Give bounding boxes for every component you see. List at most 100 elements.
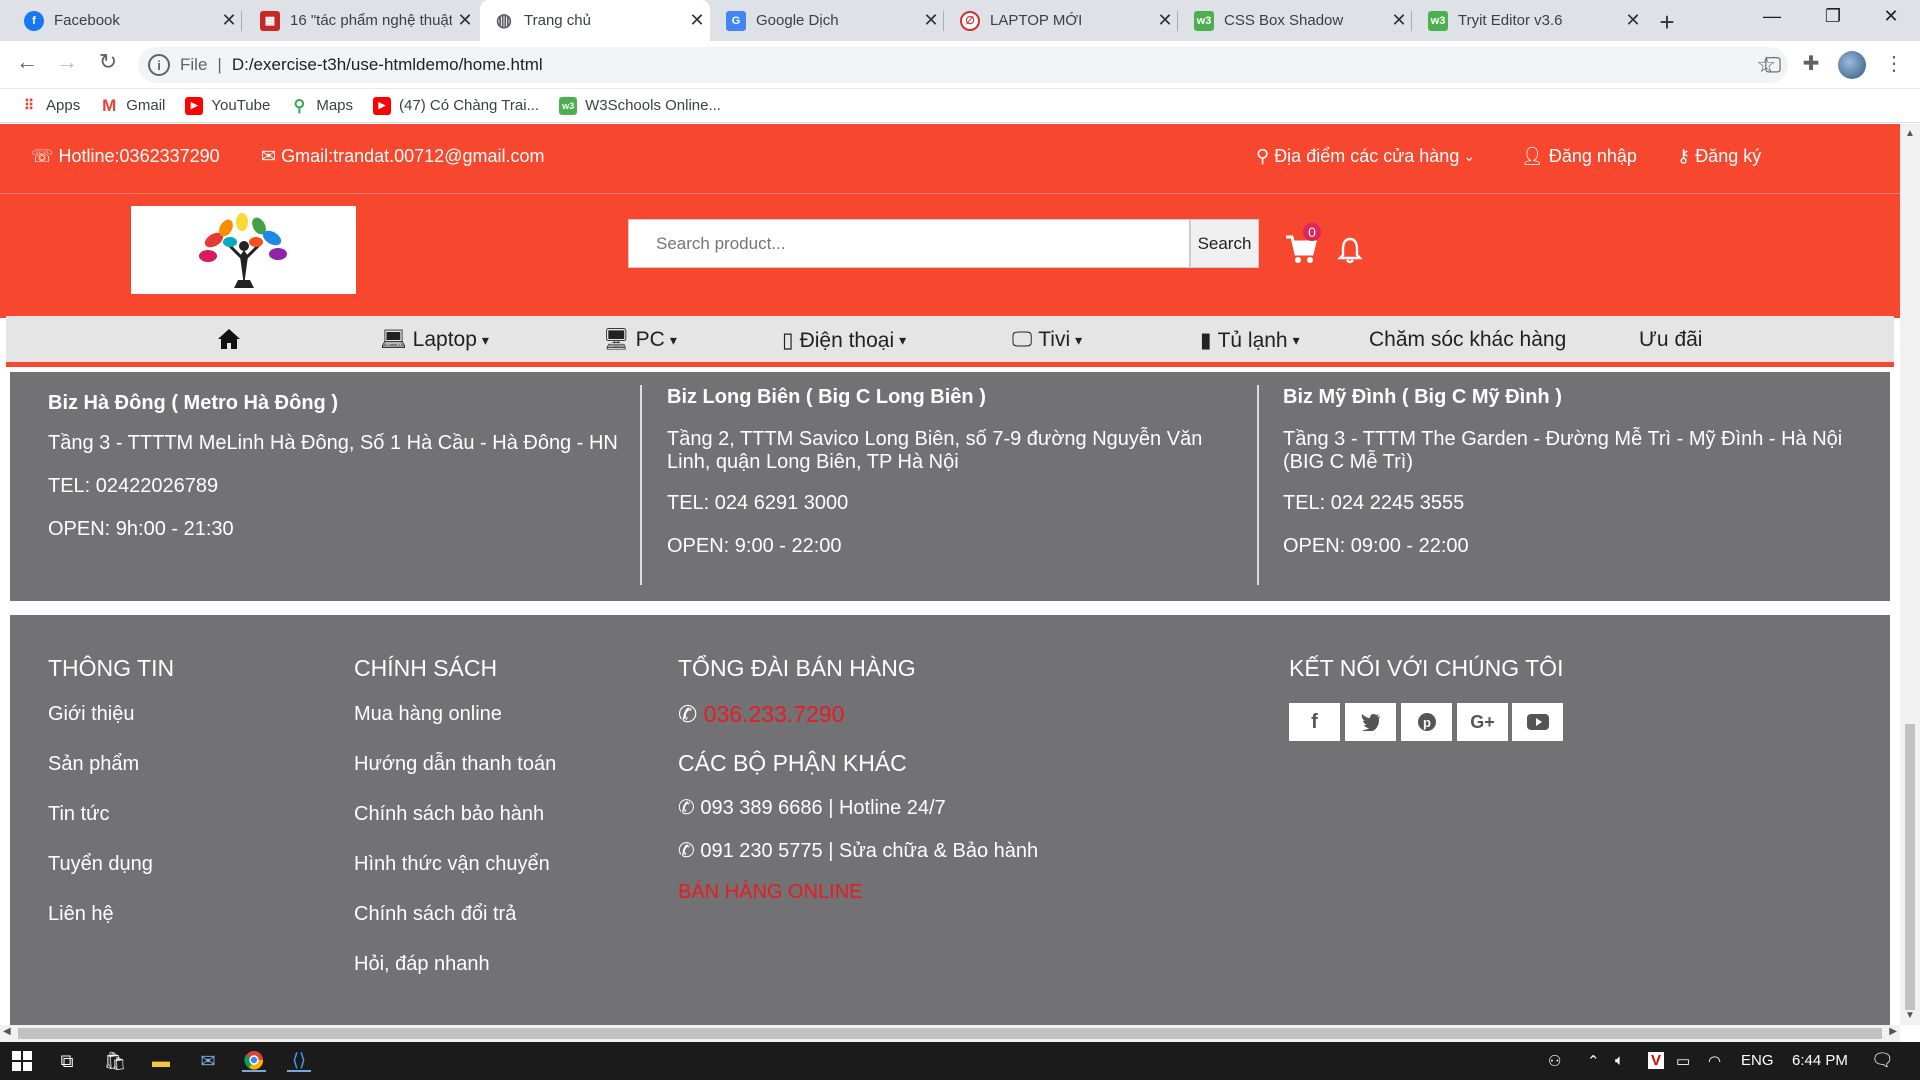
footer-link-hoi-dap[interactable]: Hỏi, đáp nhanh: [354, 953, 490, 976]
volume-icon[interactable]: 🔈︎: [1615, 1052, 1624, 1069]
footer-link-bao-hanh[interactable]: Chính sách bảo hành: [354, 803, 544, 826]
task-view-icon[interactable]: ⧉: [55, 1050, 79, 1072]
other-phone-1[interactable]: ✆ 093 389 6686 | Hotline 24/7: [678, 795, 946, 820]
scroll-left-arrow[interactable]: ◀: [3, 1026, 11, 1037]
login-link[interactable]: 👤︎ Đăng nhập: [1521, 146, 1637, 167]
hotline-link[interactable]: ☏ Hotline:0362337290: [31, 146, 220, 167]
footer-link-doi-tra[interactable]: Chính sách đổi trả: [354, 903, 516, 926]
gmail-link[interactable]: ✉ Gmail:trandat.00712@gmail.com: [261, 146, 544, 167]
divider: |: [217, 55, 222, 74]
scrollbar-thumb[interactable]: [1905, 724, 1915, 1010]
new-tab-button[interactable]: +: [1653, 7, 1681, 38]
vertical-scrollbar[interactable]: ▲ ▼: [1900, 124, 1920, 1025]
tab-css-box-shadow[interactable]: w3 CSS Box Shadow ✕: [1180, 0, 1412, 41]
address-bar[interactable]: i File | D:/exercise-t3h/use-htmldemo/ho…: [138, 47, 1788, 83]
clock[interactable]: 6:44 PM: [1792, 1052, 1848, 1069]
bookmark-maps[interactable]: ⚲ Maps: [290, 97, 353, 115]
footer-link-tuyen-dung[interactable]: Tuyển dụng: [48, 853, 153, 876]
tab-google-translate[interactable]: G Google Dịch ✕: [712, 0, 944, 41]
pocket-extension-icon[interactable]: ▢: [1759, 51, 1787, 76]
footer-link-van-chuyen[interactable]: Hình thức vận chuyển: [354, 853, 550, 876]
w3schools-icon: w3: [1194, 10, 1214, 31]
register-link[interactable]: ⚷ Đăng ký: [1677, 146, 1761, 167]
info-icon[interactable]: i: [148, 54, 170, 76]
footer-link-tin-tuc[interactable]: Tin tức: [48, 803, 110, 826]
vscode-icon[interactable]: ⟨⟩: [287, 1050, 311, 1072]
forward-button[interactable]: →: [52, 49, 82, 75]
footer-link-gioi-thieu[interactable]: Giới thiệu: [48, 703, 134, 726]
bookmark-w3schools[interactable]: w3 W3Schools Online...: [559, 96, 721, 115]
browser-menu-icon[interactable]: ⋮: [1880, 51, 1908, 76]
facebook-icon[interactable]: f: [1289, 703, 1340, 741]
bookmark-gmail[interactable]: M Gmail: [100, 95, 165, 115]
close-icon[interactable]: ✕: [1152, 10, 1178, 31]
close-icon[interactable]: ✕: [216, 10, 242, 31]
search-button[interactable]: Search: [1190, 219, 1259, 268]
tab-facebook[interactable]: f Facebook ✕: [10, 0, 242, 41]
nav-cham-soc[interactable]: Chăm sóc khác hàng: [1369, 328, 1566, 352]
mail-icon[interactable]: ✉: [196, 1050, 220, 1072]
scroll-right-arrow[interactable]: ▶: [1889, 1026, 1897, 1037]
bookmark-apps[interactable]: ⠿ Apps: [20, 97, 80, 115]
nav-uu-dai[interactable]: Ưu đãi: [1639, 328, 1702, 352]
wifi-icon[interactable]: ◠: [1708, 1052, 1721, 1070]
close-icon[interactable]: ✕: [918, 10, 944, 31]
file-explorer-icon[interactable]: ▬: [149, 1050, 173, 1072]
people-icon[interactable]: ⚇: [1548, 1052, 1561, 1070]
tab-tryit-editor[interactable]: w3 Tryit Editor v3.6 ✕: [1414, 0, 1646, 41]
nav-tivi[interactable]: 🖵︎ Tivi ▾: [1012, 328, 1082, 352]
horizontal-scrollbar[interactable]: ◀ ▶: [0, 1025, 1900, 1042]
google-plus-icon[interactable]: G+: [1457, 703, 1508, 741]
nav-pc[interactable]: 🖥︎ PC ▾: [603, 328, 677, 352]
column-divider: [640, 385, 642, 585]
search-input[interactable]: [628, 219, 1190, 268]
footer-link-san-pham[interactable]: Sản phẩm: [48, 753, 139, 776]
scrollbar-thumb[interactable]: [18, 1028, 1882, 1039]
pinterest-icon[interactable]: p: [1401, 703, 1452, 741]
tab-trang-chu[interactable]: ◍ Trang chủ ✕: [480, 0, 710, 41]
other-phone-2[interactable]: ✆ 091 230 5775 | Sửa chữa & Bảo hành: [678, 838, 1038, 863]
youtube-icon[interactable]: [1512, 703, 1563, 741]
reload-button[interactable]: ↻: [93, 49, 123, 75]
tab-news[interactable]: ▦ 16 "tác phẩm nghệ thuật ✕: [246, 0, 478, 41]
tab-laptop-moi[interactable]: ∅ LAPTOP MỚI ✕: [946, 0, 1178, 41]
sales-phone-link[interactable]: ✆ 036.233.7290: [678, 701, 844, 728]
restore-button[interactable]: ❐: [1818, 6, 1848, 27]
close-icon[interactable]: ✕: [1620, 10, 1646, 31]
nav-laptop[interactable]: 💻︎ Laptop ▾: [380, 328, 489, 352]
language-indicator[interactable]: ENG: [1741, 1052, 1774, 1069]
close-window-button[interactable]: ✕: [1876, 6, 1906, 27]
minimize-button[interactable]: —: [1757, 6, 1787, 27]
close-icon[interactable]: ✕: [452, 10, 478, 31]
nav-home[interactable]: [217, 328, 241, 350]
footer-link-mua-hang[interactable]: Mua hàng online: [354, 703, 502, 726]
scroll-down-arrow[interactable]: ▼: [1900, 1010, 1920, 1021]
scroll-up-arrow[interactable]: ▲: [1900, 128, 1920, 139]
footer-link-lien-he[interactable]: Liên hệ: [48, 903, 114, 926]
store-locations-dropdown[interactable]: ⚲ Địa điểm các cửa hàng ⌄: [1256, 146, 1475, 167]
chrome-icon[interactable]: [242, 1050, 266, 1072]
back-button[interactable]: ←: [12, 49, 42, 75]
bookmark-youtube[interactable]: ▶ YouTube: [185, 96, 270, 115]
notifications-icon[interactable]: 🗨︎: [1871, 1050, 1894, 1071]
footer-link-thanh-toan[interactable]: Hướng dẫn thanh toán: [354, 753, 556, 776]
nav-dien-thoai[interactable]: ▯ Điện thoại ▾: [782, 328, 906, 353]
windows-start-icon[interactable]: [10, 1050, 34, 1072]
chevron-up-icon[interactable]: ⌃: [1587, 1052, 1600, 1070]
close-icon[interactable]: ✕: [684, 10, 710, 31]
profile-avatar[interactable]: [1838, 51, 1866, 79]
vivaldi-app-icon[interactable]: V: [1648, 1052, 1665, 1069]
online-sales-link[interactable]: BÁN HÀNG ONLINE: [678, 881, 862, 904]
extensions-puzzle-icon[interactable]: ✚: [1797, 51, 1825, 76]
store-address: Tầng 2, TTTM Savico Long Biên, số 7-9 đư…: [667, 428, 1203, 473]
close-icon[interactable]: ✕: [1386, 10, 1412, 31]
nav-tu-lanh[interactable]: ▮ Tủ lạnh ▾: [1200, 328, 1300, 353]
gmail-icon: M: [102, 95, 117, 115]
store-bag-icon[interactable]: 🛍︎: [103, 1050, 127, 1072]
twitter-icon[interactable]: [1345, 703, 1396, 741]
bookmark-youtube-video[interactable]: ▶ (47) Có Chàng Trai...: [373, 96, 539, 115]
bell-icon[interactable]: [1337, 236, 1363, 264]
battery-icon[interactable]: ▭: [1676, 1052, 1690, 1070]
url-text[interactable]: D:/exercise-t3h/use-htmldemo/home.html: [232, 55, 543, 75]
site-logo[interactable]: [131, 206, 356, 294]
